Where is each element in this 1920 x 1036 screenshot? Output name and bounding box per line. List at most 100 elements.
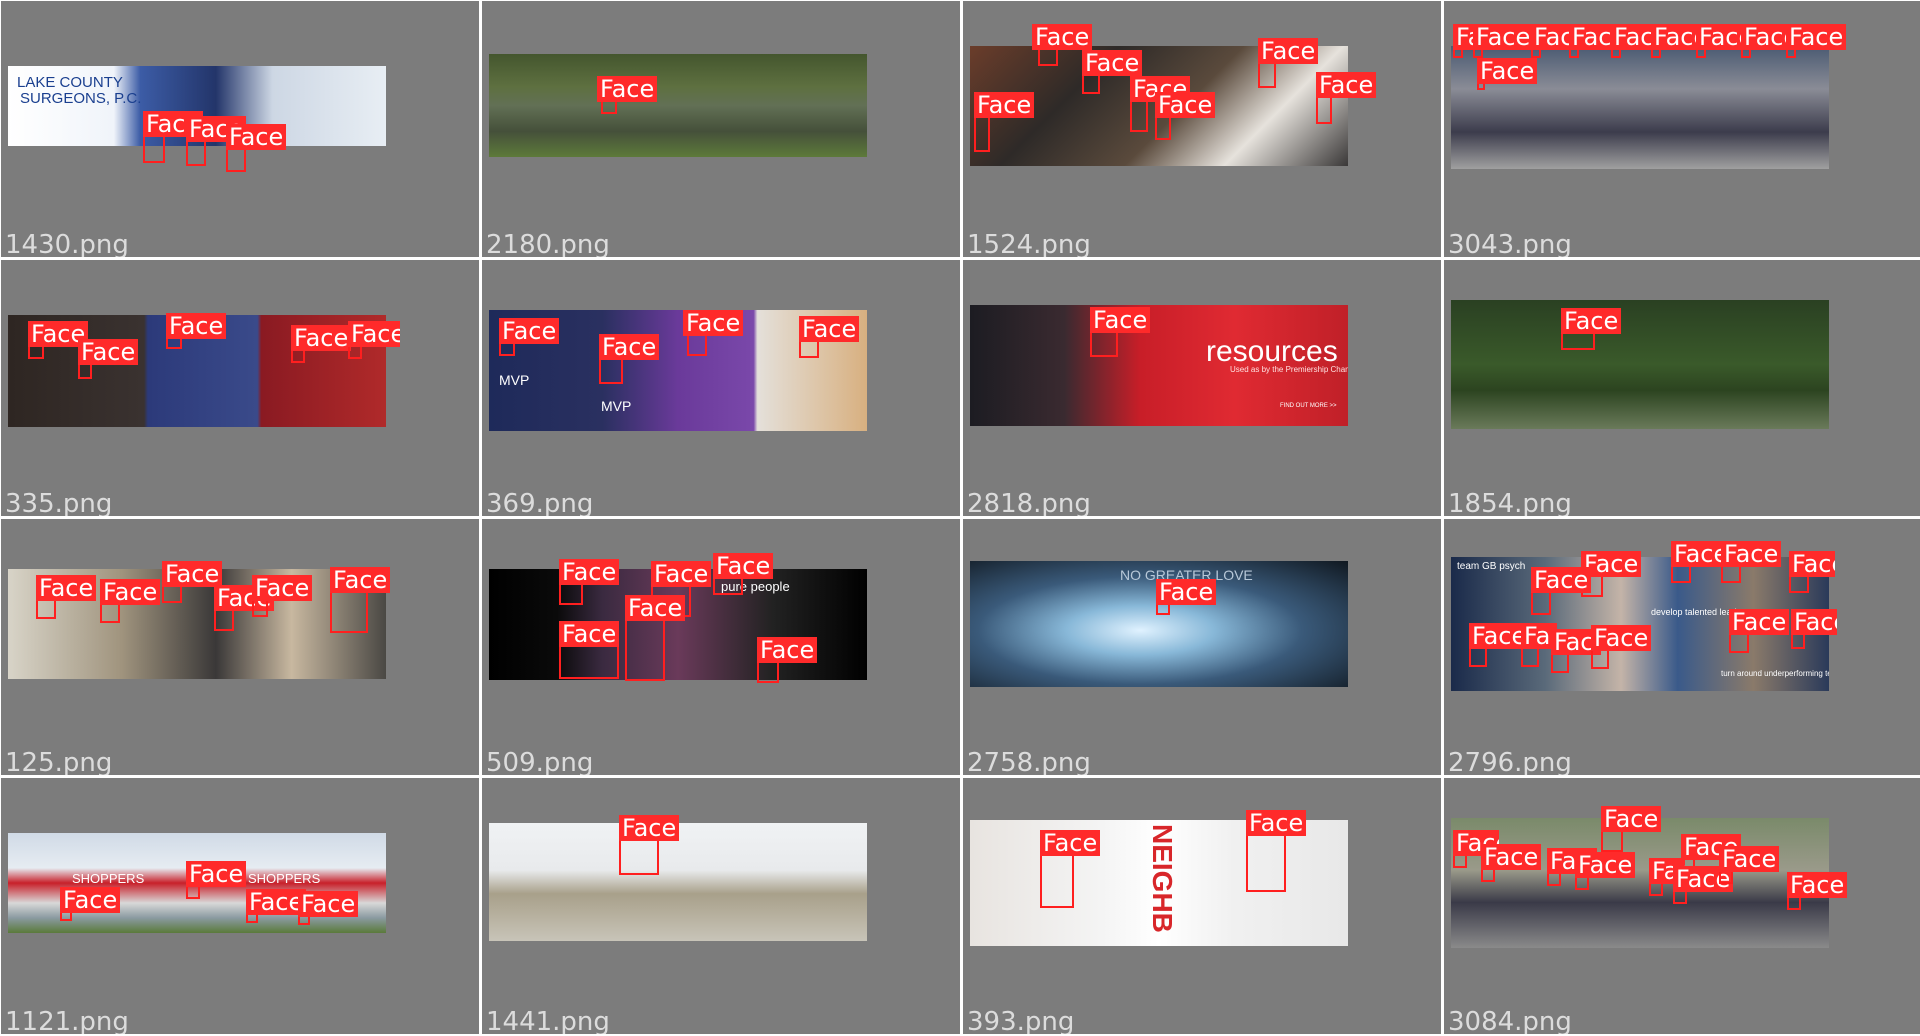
thumbnail-image xyxy=(489,54,867,157)
grid-cell[interactable]: SHOPPERS SHOPPERS Face Face Face Face 1121.png xyxy=(1,778,479,1034)
face-label: Face xyxy=(1671,541,1721,567)
face-label: Face xyxy=(1786,24,1847,50)
filename-label: 2758.png xyxy=(967,748,1091,775)
face-label: Face xyxy=(619,815,680,841)
filename-label: 2180.png xyxy=(486,230,610,257)
image-grid: LAKE COUNTYSURGEONS, P.C.QUALITY. INNOVA… xyxy=(0,0,1920,1036)
face-label: Face xyxy=(298,891,359,917)
filename-label: 509.png xyxy=(486,748,594,775)
filename-label: 1854.png xyxy=(1448,489,1572,516)
filename-label: 335.png xyxy=(5,489,113,516)
filename-label: 1121.png xyxy=(5,1007,129,1034)
grid-cell[interactable]: Face 2180.png xyxy=(482,1,960,257)
image-caption-text: team GB psych xyxy=(1457,561,1526,572)
image-caption-text: MVP xyxy=(601,398,632,414)
face-label: Face xyxy=(291,325,352,351)
grid-cell[interactable]: Face Face Face Face Face 335.png xyxy=(1,260,479,516)
face-label: Face xyxy=(78,339,139,365)
face-label: Face xyxy=(1601,806,1662,832)
face-label: Face xyxy=(166,313,227,339)
face-label: Face xyxy=(683,310,744,336)
filename-label: 3043.png xyxy=(1448,230,1572,257)
face-detection-box xyxy=(625,615,665,681)
face-detection-box xyxy=(330,587,368,633)
face-label: Face xyxy=(1473,24,1534,50)
image-caption-text: Used as by the Premiership Champions xyxy=(1230,365,1348,374)
face-label: Face xyxy=(226,124,287,150)
face-label: Face xyxy=(1787,872,1848,898)
filename-label: 1441.png xyxy=(486,1007,610,1034)
thumbnail-image: NEIGHB xyxy=(970,820,1348,946)
face-label: Face xyxy=(1719,846,1780,872)
grid-cell[interactable]: NO GREATER LOVE Face 2758.png xyxy=(963,519,1441,775)
thumbnail-image: resourcesUsed as by the Premiership Cham… xyxy=(970,305,1348,426)
face-label: Face xyxy=(1791,609,1837,635)
face-label: Face xyxy=(186,861,247,887)
face-label: Face xyxy=(1729,609,1790,635)
face-label: Face xyxy=(559,621,620,647)
face-label: Face xyxy=(330,567,391,593)
face-label: Face xyxy=(60,887,121,913)
face-label: Face xyxy=(100,579,161,605)
face-label: Face xyxy=(1258,38,1319,64)
face-label: Face xyxy=(162,561,223,587)
face-label: Face xyxy=(36,575,97,601)
face-label: Face xyxy=(1316,72,1377,98)
filename-label: 2818.png xyxy=(967,489,1091,516)
face-label: Face xyxy=(625,595,686,621)
image-caption-text: SHOPPERS xyxy=(248,871,321,886)
image-caption-text: FIND OUT MORE >> xyxy=(1280,403,1337,409)
face-label: Face xyxy=(1721,541,1782,567)
face-label: Face xyxy=(348,321,400,347)
face-label: Face xyxy=(1789,551,1835,577)
grid-cell[interactable]: Face Face Face Face Face Face 125.png xyxy=(1,519,479,775)
face-label: Face xyxy=(651,561,712,587)
face-label: Face xyxy=(599,334,660,360)
face-label: Face xyxy=(1040,830,1101,856)
image-caption-text: SURGEONS, P.C. xyxy=(20,90,142,107)
face-detection-box xyxy=(974,112,990,152)
face-label: Face xyxy=(559,559,620,585)
grid-cell[interactable]: resourcesUsed as by the Premiership Cham… xyxy=(963,260,1441,516)
face-label: Face xyxy=(499,318,560,344)
face-label: Face xyxy=(597,76,658,102)
grid-cell[interactable]: NEIGHB Face Face 393.png xyxy=(963,778,1441,1034)
grid-cell[interactable]: Face 1854.png xyxy=(1444,260,1920,516)
face-label: Face xyxy=(1481,844,1542,870)
face-label: Face xyxy=(974,92,1035,118)
image-caption-text: turn around underperforming teams xyxy=(1721,669,1829,678)
filename-label: 369.png xyxy=(486,489,594,516)
image-caption-text: MVP xyxy=(499,372,530,388)
face-label: Face xyxy=(1082,50,1143,76)
thumbnail-image xyxy=(1451,300,1829,429)
face-label: Face xyxy=(252,575,313,601)
image-caption-text: NEIGHB xyxy=(1147,824,1178,933)
filename-label: 393.png xyxy=(967,1007,1075,1034)
grid-cell[interactable]: LAKE COUNTYSURGEONS, P.C.QUALITY. INNOVA… xyxy=(1,1,479,257)
face-label: Face xyxy=(1155,92,1216,118)
face-label: Face xyxy=(1090,307,1151,333)
grid-cell[interactable]: FaceFaceFaceFaceFaceFaceFaceFaceFaceFace… xyxy=(1444,1,1920,257)
filename-label: 1524.png xyxy=(967,230,1091,257)
face-label: Face xyxy=(1591,625,1652,651)
face-label: Face xyxy=(1575,852,1636,878)
grid-cell[interactable]: MVP MVP Face Face Face Face 369.png xyxy=(482,260,960,516)
face-label: Face xyxy=(1246,810,1307,836)
grid-cell[interactable]: team GB psych develop talented leaders tur… xyxy=(1444,519,1920,775)
filename-label: 2796.png xyxy=(1448,748,1572,775)
image-caption-text: resources xyxy=(1206,335,1338,368)
face-label: Face xyxy=(799,316,860,342)
thumbnail-image xyxy=(1451,818,1829,948)
grid-cell[interactable]: Face 1441.png xyxy=(482,778,960,1034)
face-detection-box xyxy=(1040,850,1074,908)
face-label: Face xyxy=(1531,567,1592,593)
face-label: Face xyxy=(713,553,774,579)
grid-cell[interactable]: Face Face Face Face Face Face Face 1524.png xyxy=(963,1,1441,257)
filename-label: 3084.png xyxy=(1448,1007,1572,1034)
grid-cell[interactable]: pure people Face Face Face Face Face Face 509.p… xyxy=(482,519,960,775)
filename-label: 125.png xyxy=(5,748,113,775)
grid-cell[interactable]: FaceFaceFaceFaceFaceFaceFaceFaceFaceFace… xyxy=(1444,778,1920,1034)
image-caption-text: SHOPPERS xyxy=(72,871,145,886)
face-detection-box xyxy=(1246,830,1286,892)
image-caption-text: LAKE COUNTY xyxy=(17,74,123,91)
